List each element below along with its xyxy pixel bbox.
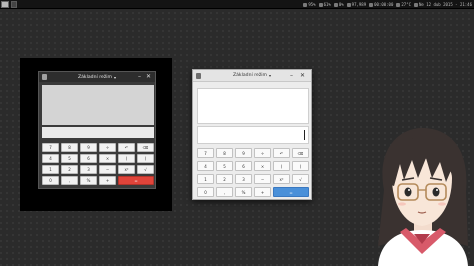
key-subtract[interactable]: − bbox=[99, 165, 116, 174]
tray-item[interactable]: 00:00:00 bbox=[369, 0, 393, 9]
key-1[interactable]: 1 bbox=[197, 174, 214, 184]
clock-icon bbox=[414, 2, 419, 7]
temperature-icon bbox=[396, 2, 401, 7]
tray-item[interactable]: 61% bbox=[318, 0, 331, 9]
key-6[interactable]: 6 bbox=[80, 154, 97, 163]
tray-item[interactable]: 97,989 bbox=[346, 0, 367, 9]
workspace-2-button[interactable] bbox=[11, 0, 17, 8]
speaker-icon bbox=[303, 2, 308, 7]
tray-text: 27°C bbox=[401, 2, 412, 7]
chevron-down-icon[interactable]: ▾ bbox=[114, 75, 116, 80]
key-5[interactable]: 5 bbox=[216, 161, 233, 171]
key-close-paren[interactable]: ) bbox=[137, 154, 154, 163]
tray-item[interactable]: 95% bbox=[303, 0, 316, 9]
key-undo[interactable]: ↶ bbox=[118, 143, 135, 152]
key-equals[interactable]: = bbox=[118, 176, 154, 185]
key-multiply[interactable]: × bbox=[254, 161, 271, 171]
key-equals[interactable]: = bbox=[273, 187, 309, 197]
key-percent[interactable]: % bbox=[80, 176, 97, 185]
calculator-window-light: Základní režim ▾ – ✕ 7 8 9 ÷ ↶ ⌫ 4 5 6 ×() 1 2 3− x² √… bbox=[192, 69, 312, 200]
titlebar[interactable]: Základní režim ▾ – ✕ bbox=[39, 72, 155, 82]
key-3[interactable]: 3 bbox=[80, 165, 97, 174]
network-icon bbox=[346, 2, 351, 7]
key-7[interactable]: 7 bbox=[197, 148, 214, 158]
chevron-down-icon[interactable]: ▾ bbox=[269, 73, 271, 78]
key-close-paren[interactable]: ) bbox=[292, 161, 309, 171]
key-7[interactable]: 7 bbox=[42, 143, 59, 152]
tray-text: 95% bbox=[308, 2, 316, 7]
key-2[interactable]: 2 bbox=[216, 174, 233, 184]
key-8[interactable]: 8 bbox=[216, 148, 233, 158]
text-cursor bbox=[304, 130, 305, 140]
key-9[interactable]: 9 bbox=[235, 148, 252, 158]
calculator-icon bbox=[196, 73, 201, 79]
key-decimal[interactable]: , bbox=[61, 176, 78, 185]
top-panel: 95% 61% 0% 97,989 00:00:00 27°C Ne 12 dub 2015… bbox=[0, 0, 474, 9]
key-decimal[interactable]: , bbox=[216, 187, 233, 197]
calculator-icon bbox=[42, 74, 47, 80]
tray-text: 61% bbox=[323, 2, 331, 7]
close-button[interactable]: ✕ bbox=[146, 72, 151, 82]
anime-girl-mascot bbox=[378, 128, 468, 266]
tray-text: Ne 12 dub 2015 - 21:46 bbox=[419, 2, 472, 7]
key-multiply[interactable]: × bbox=[99, 154, 116, 163]
window-title: Základní režim bbox=[232, 73, 268, 78]
key-6[interactable]: 6 bbox=[235, 161, 252, 171]
key-0[interactable]: 0 bbox=[197, 187, 214, 197]
key-divide[interactable]: ÷ bbox=[254, 148, 271, 158]
key-9[interactable]: 9 bbox=[80, 143, 97, 152]
window-title: Základní režim bbox=[77, 74, 113, 80]
history-view bbox=[42, 85, 154, 125]
math-entry[interactable] bbox=[197, 126, 309, 144]
key-8[interactable]: 8 bbox=[61, 143, 78, 152]
key-percent[interactable]: % bbox=[235, 187, 252, 197]
key-1[interactable]: 1 bbox=[42, 165, 59, 174]
key-sqrt[interactable]: √ bbox=[292, 174, 309, 184]
key-sqrt[interactable]: √ bbox=[137, 165, 154, 174]
tray-item[interactable]: 0% bbox=[333, 0, 344, 9]
math-entry[interactable] bbox=[42, 127, 154, 138]
tray-text: 00:00:00 bbox=[374, 2, 394, 7]
key-0[interactable]: 0 bbox=[42, 176, 59, 185]
calculator-window-dark: Základní režim ▾ – ✕ 7 8 9 ÷ ↶ ⌫ 4 5 6 ×() 1 2 3− x² √… bbox=[38, 71, 156, 189]
titlebar[interactable]: Základní režim ▾ – ✕ bbox=[193, 70, 311, 82]
key-2[interactable]: 2 bbox=[61, 165, 78, 174]
tray-item[interactable]: 27°C bbox=[396, 0, 411, 9]
upload-icon bbox=[369, 2, 374, 7]
key-4[interactable]: 4 bbox=[42, 154, 59, 163]
system-tray: 95% 61% 0% 97,989 00:00:00 27°C Ne 12 dub 2015… bbox=[303, 0, 472, 9]
key-undo[interactable]: ↶ bbox=[273, 148, 290, 158]
tray-text: 97,989 bbox=[351, 2, 367, 7]
key-square[interactable]: x² bbox=[118, 165, 135, 174]
close-button[interactable]: ✕ bbox=[300, 70, 305, 82]
key-4[interactable]: 4 bbox=[197, 161, 214, 171]
key-add[interactable]: + bbox=[254, 187, 271, 197]
key-3[interactable]: 3 bbox=[235, 174, 252, 184]
cpu-icon bbox=[333, 2, 338, 7]
key-open-paren[interactable]: ( bbox=[273, 161, 290, 171]
key-5[interactable]: 5 bbox=[61, 154, 78, 163]
workspace-1-button[interactable] bbox=[1, 0, 9, 8]
tray-text: 0% bbox=[338, 2, 344, 7]
battery-icon bbox=[318, 2, 323, 7]
history-view bbox=[197, 88, 309, 124]
key-open-paren[interactable]: ( bbox=[118, 154, 135, 163]
minimize-button[interactable]: – bbox=[290, 70, 293, 82]
key-add[interactable]: + bbox=[99, 176, 116, 185]
tray-item[interactable]: Ne 12 dub 2015 - 21:46 bbox=[414, 0, 472, 9]
key-divide[interactable]: ÷ bbox=[99, 143, 116, 152]
minimize-button[interactable]: – bbox=[138, 72, 141, 82]
key-square[interactable]: x² bbox=[273, 174, 290, 184]
key-backspace[interactable]: ⌫ bbox=[292, 148, 309, 158]
key-subtract[interactable]: − bbox=[254, 174, 271, 184]
key-backspace[interactable]: ⌫ bbox=[137, 143, 154, 152]
